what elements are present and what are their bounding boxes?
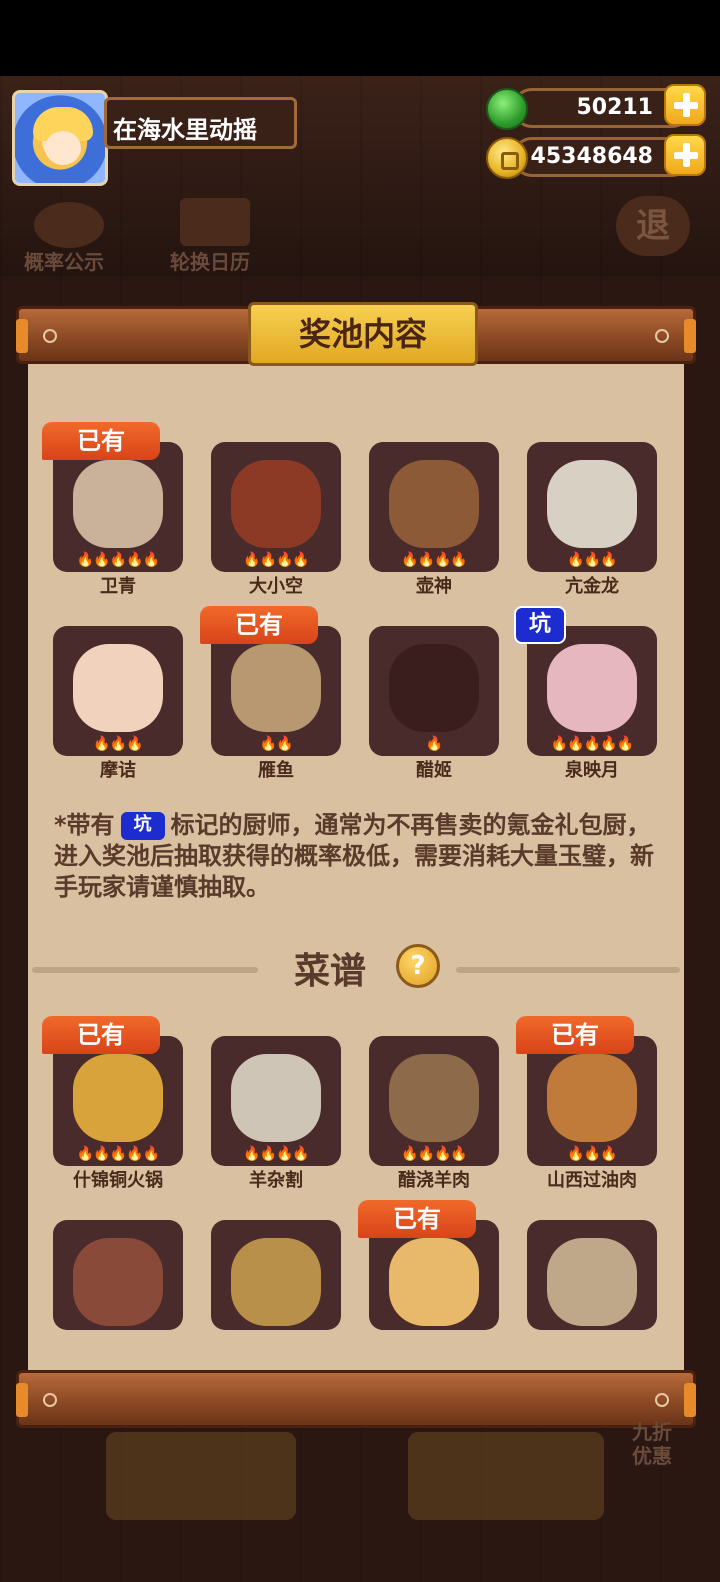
- rarity-flames: 🔥: [425, 736, 443, 752]
- owned-badge: 已有: [358, 1200, 476, 1238]
- recipe-card[interactable]: [211, 1220, 341, 1330]
- recipes-help-button[interactable]: ?: [396, 944, 440, 988]
- chef-card[interactable]: 🔥🔥: [211, 626, 341, 756]
- section-divider-right: [456, 967, 680, 973]
- player-avatar[interactable]: [12, 90, 108, 186]
- rod-cap-right: [684, 1383, 696, 1417]
- chef-name: 壶神: [416, 576, 452, 597]
- owned-badge: 已有: [42, 1016, 160, 1054]
- pit-badge: 坑: [514, 606, 566, 644]
- recipe-card[interactable]: [53, 1220, 183, 1330]
- chef-name: 醋姬: [416, 760, 452, 781]
- jade-icon: [486, 88, 528, 130]
- note-prefix: *带有: [54, 811, 115, 839]
- rarity-flames: 🔥🔥🔥: [567, 1146, 617, 1162]
- player-name: 在海水里动摇: [113, 116, 257, 144]
- chef-card[interactable]: 🔥🔥🔥🔥: [211, 442, 341, 572]
- rarity-flames: 🔥🔥🔥🔥: [401, 1146, 468, 1162]
- owned-badge: 已有: [42, 422, 160, 460]
- chef-portrait: [389, 644, 479, 732]
- jade-amount: 50211: [576, 95, 653, 120]
- rarity-flames: 🔥🔥🔥🔥: [401, 552, 468, 568]
- panel-title: 奖池内容: [298, 315, 427, 353]
- rod-nail-left: [43, 329, 57, 343]
- note-pit-badge: 坑: [120, 812, 165, 840]
- rarity-flames: 🔥🔥: [259, 736, 294, 752]
- chef-name: 摩诘: [100, 760, 136, 781]
- recipes-title: 菜谱: [294, 951, 367, 992]
- rarity-flames: 🔥🔥🔥: [93, 736, 143, 752]
- chef-card[interactable]: 🔥🔥🔥🔥🔥: [53, 442, 183, 572]
- rarity-flames: 🔥🔥🔥: [567, 552, 617, 568]
- probability-icon: [34, 202, 104, 248]
- recipe-card[interactable]: [527, 1220, 657, 1330]
- coin-amount: 45348648: [530, 144, 653, 169]
- recipe-portrait: [231, 1238, 321, 1326]
- chef-card[interactable]: 🔥🔥🔥: [53, 626, 183, 756]
- recipe-card[interactable]: 🔥🔥🔥: [527, 1036, 657, 1166]
- chef-card[interactable]: 🔥🔥🔥: [527, 442, 657, 572]
- recipe-name: 醋浇羊肉: [398, 1170, 470, 1191]
- chef-card[interactable]: 🔥: [369, 626, 499, 756]
- chef-card[interactable]: 🔥🔥🔥🔥🔥: [527, 626, 657, 756]
- chef-name: 亢金龙: [565, 576, 619, 597]
- chef-portrait: [73, 644, 163, 732]
- recipe-portrait: [231, 1054, 321, 1142]
- discount-tab: 九折优惠: [632, 1420, 672, 1468]
- rarity-flames: 🔥🔥🔥🔥🔥: [550, 736, 634, 752]
- chef-portrait: [73, 460, 163, 548]
- rod-nail-right: [655, 329, 669, 343]
- rod-cap-right: [684, 319, 696, 353]
- coin-icon: [486, 137, 528, 179]
- probability-label: 概率公示: [24, 250, 104, 274]
- chef-portrait: [547, 460, 637, 548]
- recipe-portrait: [547, 1054, 637, 1142]
- chef-portrait: [547, 644, 637, 732]
- recipe-portrait: [389, 1054, 479, 1142]
- avatar-face: [45, 131, 81, 165]
- calendar-label: 轮换日历: [170, 250, 250, 274]
- rarity-flames: 🔥🔥🔥🔥: [243, 552, 310, 568]
- rod-cap-left: [16, 319, 28, 353]
- pit-note: *带有坑标记的厨师，通常为不再售卖的氪金礼包厨，进入奖池后抽取获得的概率极低，需…: [54, 810, 666, 903]
- recipe-name: 山西过油肉: [547, 1170, 637, 1191]
- recipe-card[interactable]: 🔥🔥🔥🔥🔥: [53, 1036, 183, 1166]
- recipe-card[interactable]: 🔥🔥🔥🔥: [211, 1036, 341, 1166]
- recipe-portrait: [389, 1238, 479, 1326]
- rod-nail-left: [43, 1393, 57, 1407]
- chef-card[interactable]: 🔥🔥🔥🔥: [369, 442, 499, 572]
- rod-cap-left: [16, 1383, 28, 1417]
- panel-title-plate: 奖池内容: [248, 302, 478, 366]
- chef-name: 泉映月: [565, 760, 619, 781]
- recipe-name: 羊杂割: [249, 1170, 303, 1191]
- chef-name: 卫青: [100, 576, 136, 597]
- chef-portrait: [389, 460, 479, 548]
- chef-portrait: [231, 644, 321, 732]
- calendar-icon: [180, 198, 250, 246]
- add-jade-button[interactable]: [664, 84, 706, 126]
- rarity-flames: 🔥🔥🔥🔥: [243, 1146, 310, 1162]
- chef-name: 大小空: [249, 576, 303, 597]
- owned-badge: 已有: [516, 1016, 634, 1054]
- draw-ten-button-dimmed: [408, 1432, 604, 1520]
- recipe-portrait: [73, 1054, 163, 1142]
- add-coins-button[interactable]: [664, 134, 706, 176]
- rarity-flames: 🔥🔥🔥🔥🔥: [76, 552, 160, 568]
- player-name-box: 在海水里动摇: [104, 97, 297, 149]
- rod-nail-right: [655, 1393, 669, 1407]
- recipe-card[interactable]: 🔥🔥🔥🔥: [369, 1036, 499, 1166]
- rarity-flames: 🔥🔥🔥🔥🔥: [76, 1146, 160, 1162]
- exit-button: 退: [616, 196, 690, 256]
- recipe-portrait: [547, 1238, 637, 1326]
- section-divider-left: [32, 967, 258, 973]
- chef-portrait: [231, 460, 321, 548]
- scroll-rod-bottom: [16, 1370, 696, 1428]
- recipe-name: 什锦铜火锅: [73, 1170, 163, 1191]
- recipe-portrait: [73, 1238, 163, 1326]
- owned-badge: 已有: [200, 606, 318, 644]
- draw-once-button-dimmed: [106, 1432, 296, 1520]
- chef-name: 雁鱼: [258, 760, 294, 781]
